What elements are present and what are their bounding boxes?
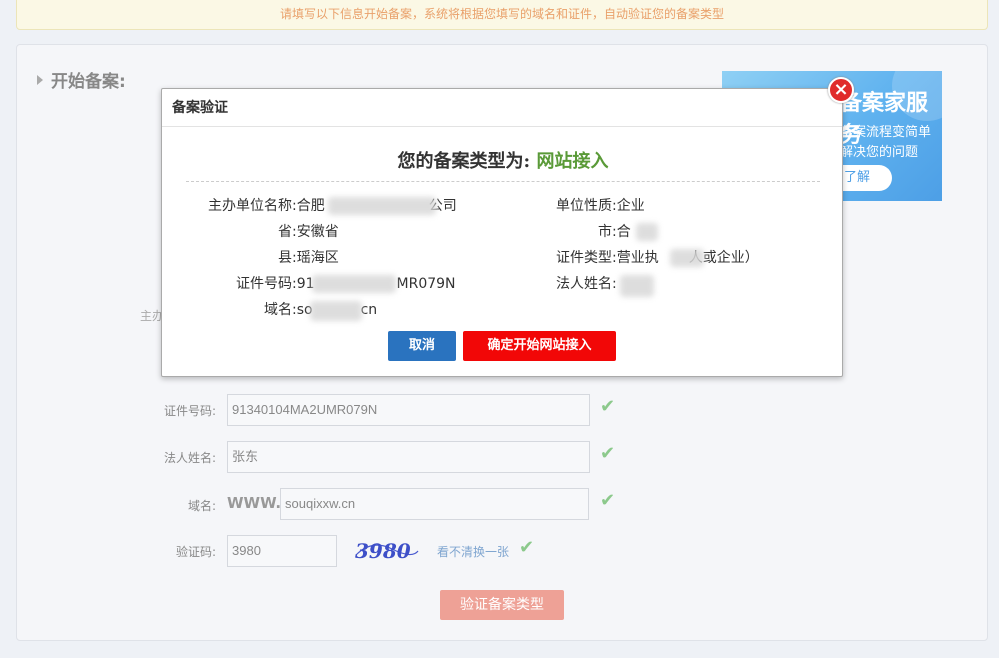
redaction-blur xyxy=(310,301,362,321)
redaction-blur xyxy=(636,223,658,241)
county-field: 县:瑶海区 xyxy=(278,250,339,266)
id-number-tail: MR079N xyxy=(396,276,456,292)
redaction-blur xyxy=(620,275,654,297)
valid-check-icon: ✔ xyxy=(600,443,616,464)
panel-title-text: 开始备案: xyxy=(51,72,126,92)
cert-type-field: 证件类型:营业执 人或企业） xyxy=(556,247,759,267)
captcha-image[interactable]: 3980 xyxy=(352,535,422,565)
city-field: 市:合 xyxy=(598,224,631,240)
domain-input[interactable]: souqixxw.cn xyxy=(280,488,589,520)
captcha-input[interactable]: 3980 xyxy=(227,535,337,567)
valid-check-icon: ✔ xyxy=(600,396,616,417)
verify-filing-type-button[interactable]: 验证备案类型 xyxy=(440,590,564,620)
captcha-label: 验证码: xyxy=(175,545,216,559)
org-name-text: 主办单位名称:合肥 xyxy=(208,198,325,214)
domain-text: 域名:so xyxy=(264,302,313,318)
captcha-text: 3980 xyxy=(355,539,411,563)
domain-label: 域名: xyxy=(187,499,216,513)
org-type-field: 单位性质:企业 xyxy=(556,198,645,214)
dialog-divider xyxy=(186,181,820,182)
redaction-blur xyxy=(670,249,704,267)
dialog-headline: 您的备案类型为: 网站接入 xyxy=(162,147,844,173)
panel-title: 开始备案: xyxy=(37,67,126,92)
id-number-label: 证件号码: xyxy=(163,404,216,418)
confirm-start-access-button[interactable]: 确定开始网站接入 xyxy=(463,331,616,361)
id-number-input[interactable]: 91340104MA2UMR079N xyxy=(227,394,590,426)
id-number-text: 证件号码:91 xyxy=(236,276,315,292)
domain-tail: cn xyxy=(360,302,378,318)
close-icon[interactable]: × xyxy=(828,77,854,103)
legal-name-field: 法人姓名: xyxy=(556,276,617,292)
notice-bar: 请填写以下信息开始备案，系统将根据您填写的域名和证件，自动验证您的备案类型 xyxy=(16,0,988,30)
legal-name-input[interactable]: 张东 xyxy=(227,441,590,473)
province-field: 省:安徽省 xyxy=(278,224,339,240)
headline-prefix: 您的备案类型为: xyxy=(397,151,531,172)
domain-prefix: WWW. xyxy=(227,494,282,512)
redaction-blur xyxy=(328,197,436,215)
filing-verify-dialog: 备案验证 × 您的备案类型为: 网站接入 主办单位名称:合肥 公司 省:安徽省 县… xyxy=(161,77,854,377)
banner-line: 备案流程变简单 xyxy=(840,125,932,140)
redaction-blur xyxy=(312,275,396,293)
banner-line: 解决您的问题 xyxy=(840,145,919,160)
refresh-captcha-link[interactable]: 看不清换一张 xyxy=(437,543,509,560)
valid-check-icon: ✔ xyxy=(519,537,535,558)
cancel-button[interactable]: 取消 xyxy=(388,331,456,361)
filing-type: 网站接入 xyxy=(536,151,609,172)
dialog-header: 备案验证 xyxy=(162,89,842,127)
cert-type-text: 证件类型:营业执 xyxy=(556,250,659,266)
legal-name-label: 法人姓名: xyxy=(163,451,216,465)
collapse-triangle-icon xyxy=(37,74,43,85)
valid-check-icon: ✔ xyxy=(600,490,616,511)
